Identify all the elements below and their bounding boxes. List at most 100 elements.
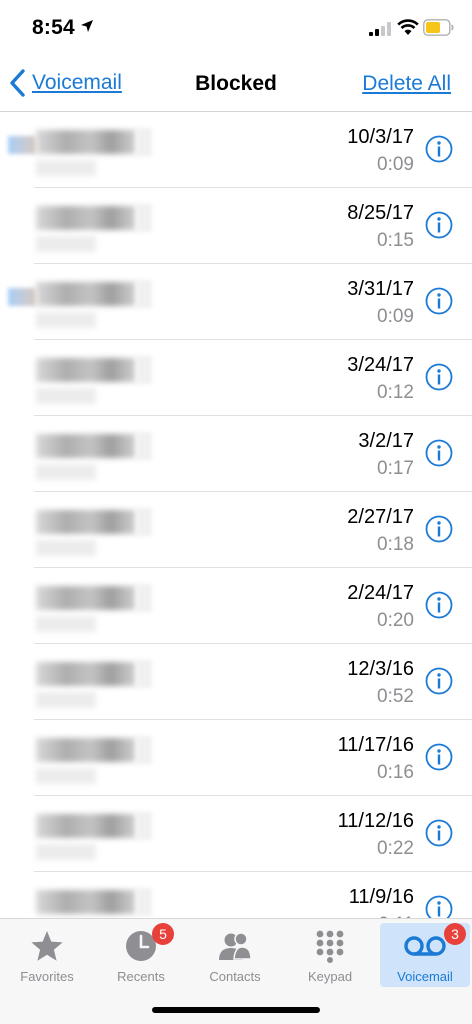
redacted-caller-info	[8, 198, 194, 258]
voicemail-duration: 0:09	[377, 306, 414, 327]
redacted-detail	[136, 660, 152, 688]
voicemail-duration: 0:16	[377, 762, 414, 783]
voicemail-duration: 0:52	[377, 686, 414, 707]
tab-keypad[interactable]: Keypad	[285, 923, 375, 987]
voicemail-row[interactable]: 2/24/17 0:20	[0, 568, 472, 644]
voicemail-date: 3/2/17	[358, 430, 414, 452]
redacted-caller-name	[36, 510, 136, 534]
info-icon[interactable]	[425, 667, 453, 695]
status-bar: 8:54	[0, 0, 472, 56]
redacted-caller-label	[36, 312, 96, 328]
voicemail-date: 10/3/17	[347, 126, 414, 148]
voicemail-badge: 3	[444, 923, 466, 945]
redacted-detail	[136, 888, 152, 916]
redacted-caller-label	[36, 464, 96, 480]
home-indicator	[152, 1007, 320, 1013]
navigation-bar: Voicemail Blocked Delete All	[0, 56, 472, 112]
voicemail-duration: 0:18	[377, 534, 414, 555]
redacted-caller-name	[36, 662, 136, 686]
info-icon[interactable]	[425, 819, 453, 847]
redacted-caller-info	[8, 122, 194, 182]
redacted-caller-info	[8, 882, 194, 918]
voicemail-date: 11/17/16	[337, 734, 414, 756]
tab-label: Keypad	[307, 969, 353, 984]
redacted-caller-info	[8, 350, 194, 410]
redacted-caller-label	[36, 160, 96, 176]
blocked-voicemail-list: 10/3/17 0:09 8/25/17 0:15 3/31/17 0:09 3/24/17…	[0, 112, 472, 918]
voicemail-date: 8/25/17	[347, 202, 414, 224]
voicemail-duration: 0:15	[377, 230, 414, 251]
redacted-caller-label	[36, 616, 96, 632]
redacted-caller-label	[36, 540, 96, 556]
info-icon[interactable]	[425, 287, 453, 315]
voicemail-row[interactable]: 3/2/17 0:17	[0, 416, 472, 492]
redacted-detail	[136, 280, 152, 308]
redacted-caller-info	[8, 806, 194, 866]
info-icon[interactable]	[425, 743, 453, 771]
redacted-caller-info	[8, 730, 194, 790]
voicemail-duration: 0:22	[377, 838, 414, 859]
redacted-caller-info	[8, 578, 194, 638]
voicemail-date: 3/24/17	[347, 354, 414, 376]
redacted-detail	[136, 508, 152, 536]
voicemail-row[interactable]: 2/27/17 0:18	[0, 492, 472, 568]
redacted-caller-name	[36, 586, 136, 610]
redacted-caller-info	[8, 502, 194, 562]
redacted-caller-name	[36, 814, 136, 838]
info-icon[interactable]	[425, 211, 453, 239]
voicemail-row[interactable]: 11/12/16 0:22	[0, 796, 472, 872]
voicemail-duration: 0:09	[377, 154, 414, 175]
voicemail-row[interactable]: 3/24/17 0:12	[0, 340, 472, 416]
tab-contacts[interactable]: Contacts	[190, 923, 280, 987]
voicemail-row[interactable]: 11/17/16 0:16	[0, 720, 472, 796]
voicemail-row[interactable]: 11/9/160:11	[0, 872, 472, 918]
voicemail-date: 2/24/17	[347, 582, 414, 604]
redacted-caller-label	[36, 768, 96, 784]
voicemail-row[interactable]: 3/31/17 0:09	[0, 264, 472, 340]
redacted-detail	[136, 204, 152, 232]
delete-all-button[interactable]: Delete All	[362, 72, 451, 96]
unread-indicator	[8, 136, 36, 154]
voicemail-row[interactable]: 8/25/17 0:15	[0, 188, 472, 264]
voicemail-date: 11/9/16	[348, 886, 414, 908]
voicemail-duration: 0:17	[377, 458, 414, 479]
info-icon[interactable]	[425, 439, 453, 467]
info-icon[interactable]	[425, 515, 453, 543]
redacted-caller-name	[36, 738, 136, 762]
voicemail-duration: 0:12	[377, 382, 414, 403]
info-icon[interactable]	[425, 895, 453, 918]
unread-indicator	[8, 288, 36, 306]
info-icon[interactable]	[425, 591, 453, 619]
redacted-caller-name	[36, 282, 136, 306]
keypad-icon	[316, 930, 344, 963]
redacted-caller-name	[36, 206, 136, 230]
voicemail-icon	[404, 936, 446, 956]
voicemail-date: 3/31/17	[347, 278, 414, 300]
voicemail-date: 12/3/16	[347, 658, 414, 680]
voicemail-row[interactable]: 10/3/17 0:09	[0, 112, 472, 188]
voicemail-row[interactable]: 12/3/16 0:52	[0, 644, 472, 720]
redacted-caller-label	[36, 388, 96, 404]
voicemail-duration: 0:20	[377, 610, 414, 631]
redacted-caller-info	[8, 274, 194, 334]
tab-voicemail[interactable]: 3 Voicemail	[380, 923, 470, 987]
redacted-caller-info	[8, 654, 194, 714]
redacted-detail	[136, 356, 152, 384]
tab-label: Contacts	[209, 969, 261, 984]
info-icon[interactable]	[425, 135, 453, 163]
wifi-icon	[397, 19, 419, 35]
redacted-caller-name	[36, 358, 136, 382]
tab-label: Voicemail	[397, 969, 453, 984]
redacted-caller-name	[36, 130, 136, 154]
star-icon	[31, 931, 63, 961]
tab-label: Recents	[117, 969, 165, 984]
tab-recents[interactable]: 5 Recents	[96, 923, 186, 987]
redacted-caller-label	[36, 692, 96, 708]
redacted-caller-name	[36, 434, 136, 458]
contacts-icon	[219, 932, 252, 960]
battery-icon	[423, 19, 454, 36]
tab-favorites[interactable]: Favorites	[2, 923, 92, 987]
info-icon[interactable]	[425, 363, 453, 391]
redacted-detail	[136, 432, 152, 460]
redacted-caller-name	[36, 890, 136, 914]
